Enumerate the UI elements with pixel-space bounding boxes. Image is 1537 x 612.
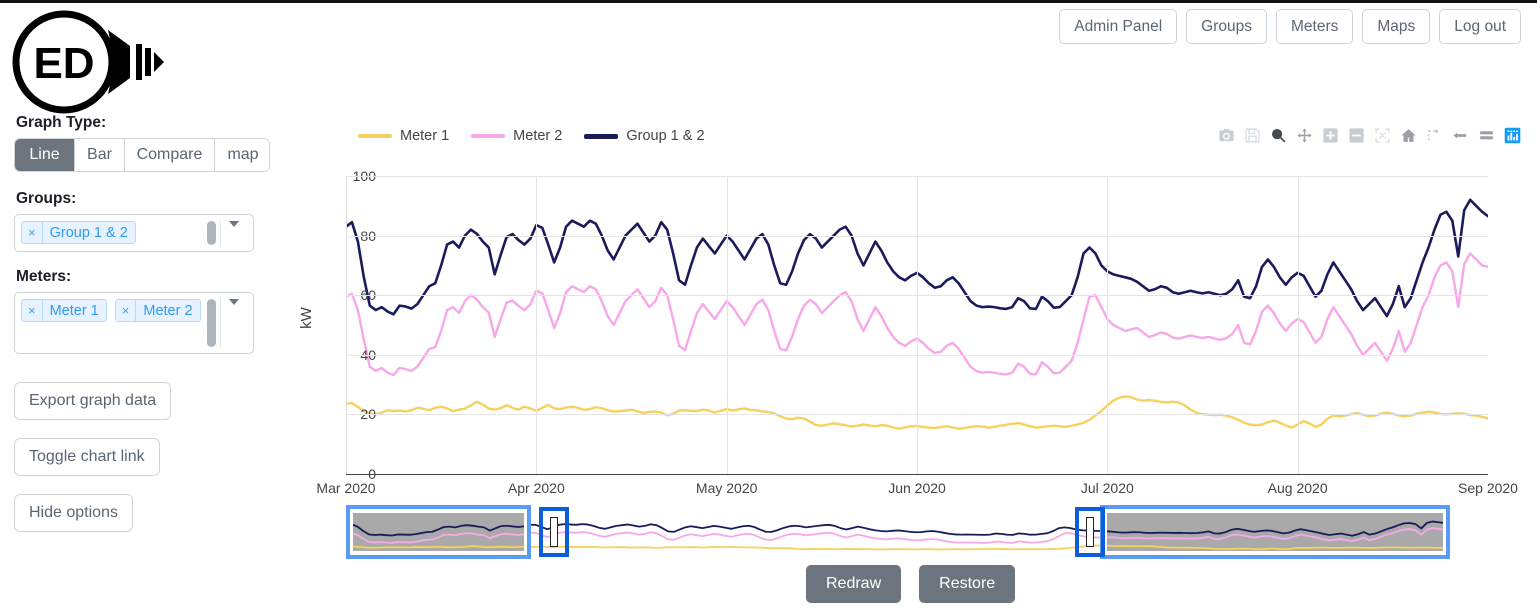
pan-icon[interactable] — [1295, 126, 1314, 145]
energy-dashboard-logo-icon: ED — [12, 10, 164, 114]
redraw-button[interactable]: Redraw — [806, 565, 902, 603]
range-handle-left[interactable] — [539, 507, 570, 557]
legend-item-meter-2[interactable]: Meter 2 — [471, 128, 562, 144]
export-graph-data-button[interactable]: Export graph data — [14, 382, 172, 420]
group-tag-label: Group 1 & 2 — [42, 222, 135, 243]
legend-item-group-1-2[interactable]: Group 1 & 2 — [584, 128, 705, 144]
x-gridline — [536, 176, 538, 474]
meter-tag[interactable]: × Meter 1 — [21, 299, 107, 322]
x-gridline — [726, 176, 728, 474]
chevron-down-icon — [229, 221, 239, 227]
range-handle-grip[interactable] — [550, 517, 559, 547]
x-axis-tick: Aug 2020 — [1267, 480, 1328, 496]
plotly-modebar — [1217, 126, 1522, 145]
graph-type-button-group: Line Bar Compare map — [14, 138, 270, 172]
zoom-in-icon[interactable] — [1321, 126, 1340, 145]
x-axis-tick: May 2020 — [695, 480, 758, 496]
graph-type-line[interactable]: Line — [15, 139, 75, 171]
top-nav: Admin Panel Groups Meters Maps Log out — [1059, 9, 1521, 45]
chevron-down-icon — [229, 299, 239, 305]
logo: ED — [12, 8, 172, 116]
groups-selected-tags: × Group 1 & 2 — [21, 221, 203, 244]
zoom-out-icon[interactable] — [1347, 126, 1366, 145]
groups-label: Groups: — [16, 190, 77, 207]
legend-swatch-group-1-2 — [584, 133, 619, 139]
group-tag[interactable]: × Group 1 & 2 — [21, 221, 136, 244]
meters-multiselect[interactable]: × Meter 1 × Meter 2 — [14, 292, 254, 354]
legend-swatch-meter-1 — [358, 134, 392, 138]
nav-button-admin-panel[interactable]: Admin Panel — [1059, 9, 1178, 45]
chart-legend: Meter 1 Meter 2 Group 1 & 2 — [358, 128, 705, 144]
legend-label-meter-2: Meter 2 — [513, 128, 563, 144]
range-selection-left[interactable] — [346, 505, 532, 559]
groups-multiselect[interactable]: × Group 1 & 2 — [14, 214, 254, 252]
nav-button-groups[interactable]: Groups — [1186, 9, 1267, 45]
x-axis-tick: Sep 2020 — [1458, 480, 1518, 496]
nav-button-maps[interactable]: Maps — [1362, 9, 1431, 45]
chart-action-buttons: Redraw Restore — [806, 565, 1016, 603]
meters-divider — [220, 299, 221, 347]
y-axis-line — [346, 176, 347, 474]
remove-meter-icon[interactable]: × — [22, 300, 43, 321]
hide-options-button[interactable]: Hide options — [14, 494, 133, 532]
graph-type-compare[interactable]: Compare — [125, 139, 215, 171]
graph-type-bar[interactable]: Bar — [75, 139, 125, 171]
logo-text: ED — [33, 39, 94, 88]
x-gridline — [1297, 176, 1299, 474]
nav-button-meters[interactable]: Meters — [1276, 9, 1354, 45]
graph-type-label: Graph Type: — [16, 114, 107, 131]
legend-label-group-1-2: Group 1 & 2 — [626, 128, 705, 144]
meters-dropdown-toggle[interactable] — [221, 299, 247, 305]
home-reset-icon[interactable] — [1399, 126, 1418, 145]
hover-compare-icon[interactable] — [1477, 126, 1496, 145]
meters-selected-tags: × Meter 1 × Meter 2 — [21, 299, 203, 322]
legend-swatch-meter-2 — [471, 134, 506, 138]
meters-scrollbar[interactable] — [207, 299, 216, 347]
meter-tag[interactable]: × Meter 2 — [114, 299, 201, 322]
line-chart: Meter 1 Meter 2 Group 1 & 2 kW 0 20 40 60 80… — [296, 118, 1526, 498]
x-gridline — [1107, 176, 1109, 474]
groups-dropdown-toggle[interactable] — [221, 221, 247, 227]
sidebar: Graph Type: Line Bar Compare map Groups:… — [14, 114, 294, 532]
x-axis-tick: Jul 2020 — [1080, 480, 1134, 496]
save-disk-icon[interactable] — [1243, 126, 1262, 145]
x-axis-tick: Mar 2020 — [316, 480, 376, 496]
remove-group-icon[interactable]: × — [22, 222, 43, 243]
groups-scrollbar[interactable] — [207, 221, 216, 245]
y-axis-label: kW — [298, 307, 315, 329]
range-selection-right[interactable] — [1100, 505, 1450, 559]
spike-lines-icon[interactable] — [1425, 126, 1444, 145]
remove-meter-icon[interactable]: × — [115, 300, 137, 321]
camera-icon[interactable] — [1217, 126, 1236, 145]
hover-closest-icon[interactable] — [1451, 126, 1470, 145]
zoom-icon[interactable] — [1269, 126, 1288, 145]
range-handle-right[interactable] — [1074, 507, 1105, 557]
x-gridline — [917, 176, 918, 474]
meter-tag-label: Meter 1 — [42, 300, 106, 321]
nav-button-log-out[interactable]: Log out — [1439, 9, 1521, 45]
x-axis-tick: Apr 2020 — [507, 480, 565, 496]
range-handle-grip[interactable] — [1085, 517, 1094, 547]
autoscale-icon[interactable] — [1373, 126, 1392, 145]
restore-button[interactable]: Restore — [919, 565, 1016, 603]
legend-item-meter-1[interactable]: Meter 1 — [358, 128, 449, 144]
x-axis-line — [346, 474, 1488, 475]
range-slider[interactable] — [346, 505, 1450, 559]
meters-label: Meters: — [16, 268, 72, 285]
top-divider — [0, 0, 1537, 3]
toggle-chart-link-button[interactable]: Toggle chart link — [14, 438, 160, 476]
legend-label-meter-1: Meter 1 — [400, 128, 450, 144]
meter-tag-label: Meter 2 — [136, 300, 200, 321]
x-axis-tick: Jun 2020 — [888, 480, 946, 496]
graph-type-map[interactable]: map — [215, 139, 269, 171]
plotly-logo-icon[interactable] — [1503, 126, 1522, 145]
